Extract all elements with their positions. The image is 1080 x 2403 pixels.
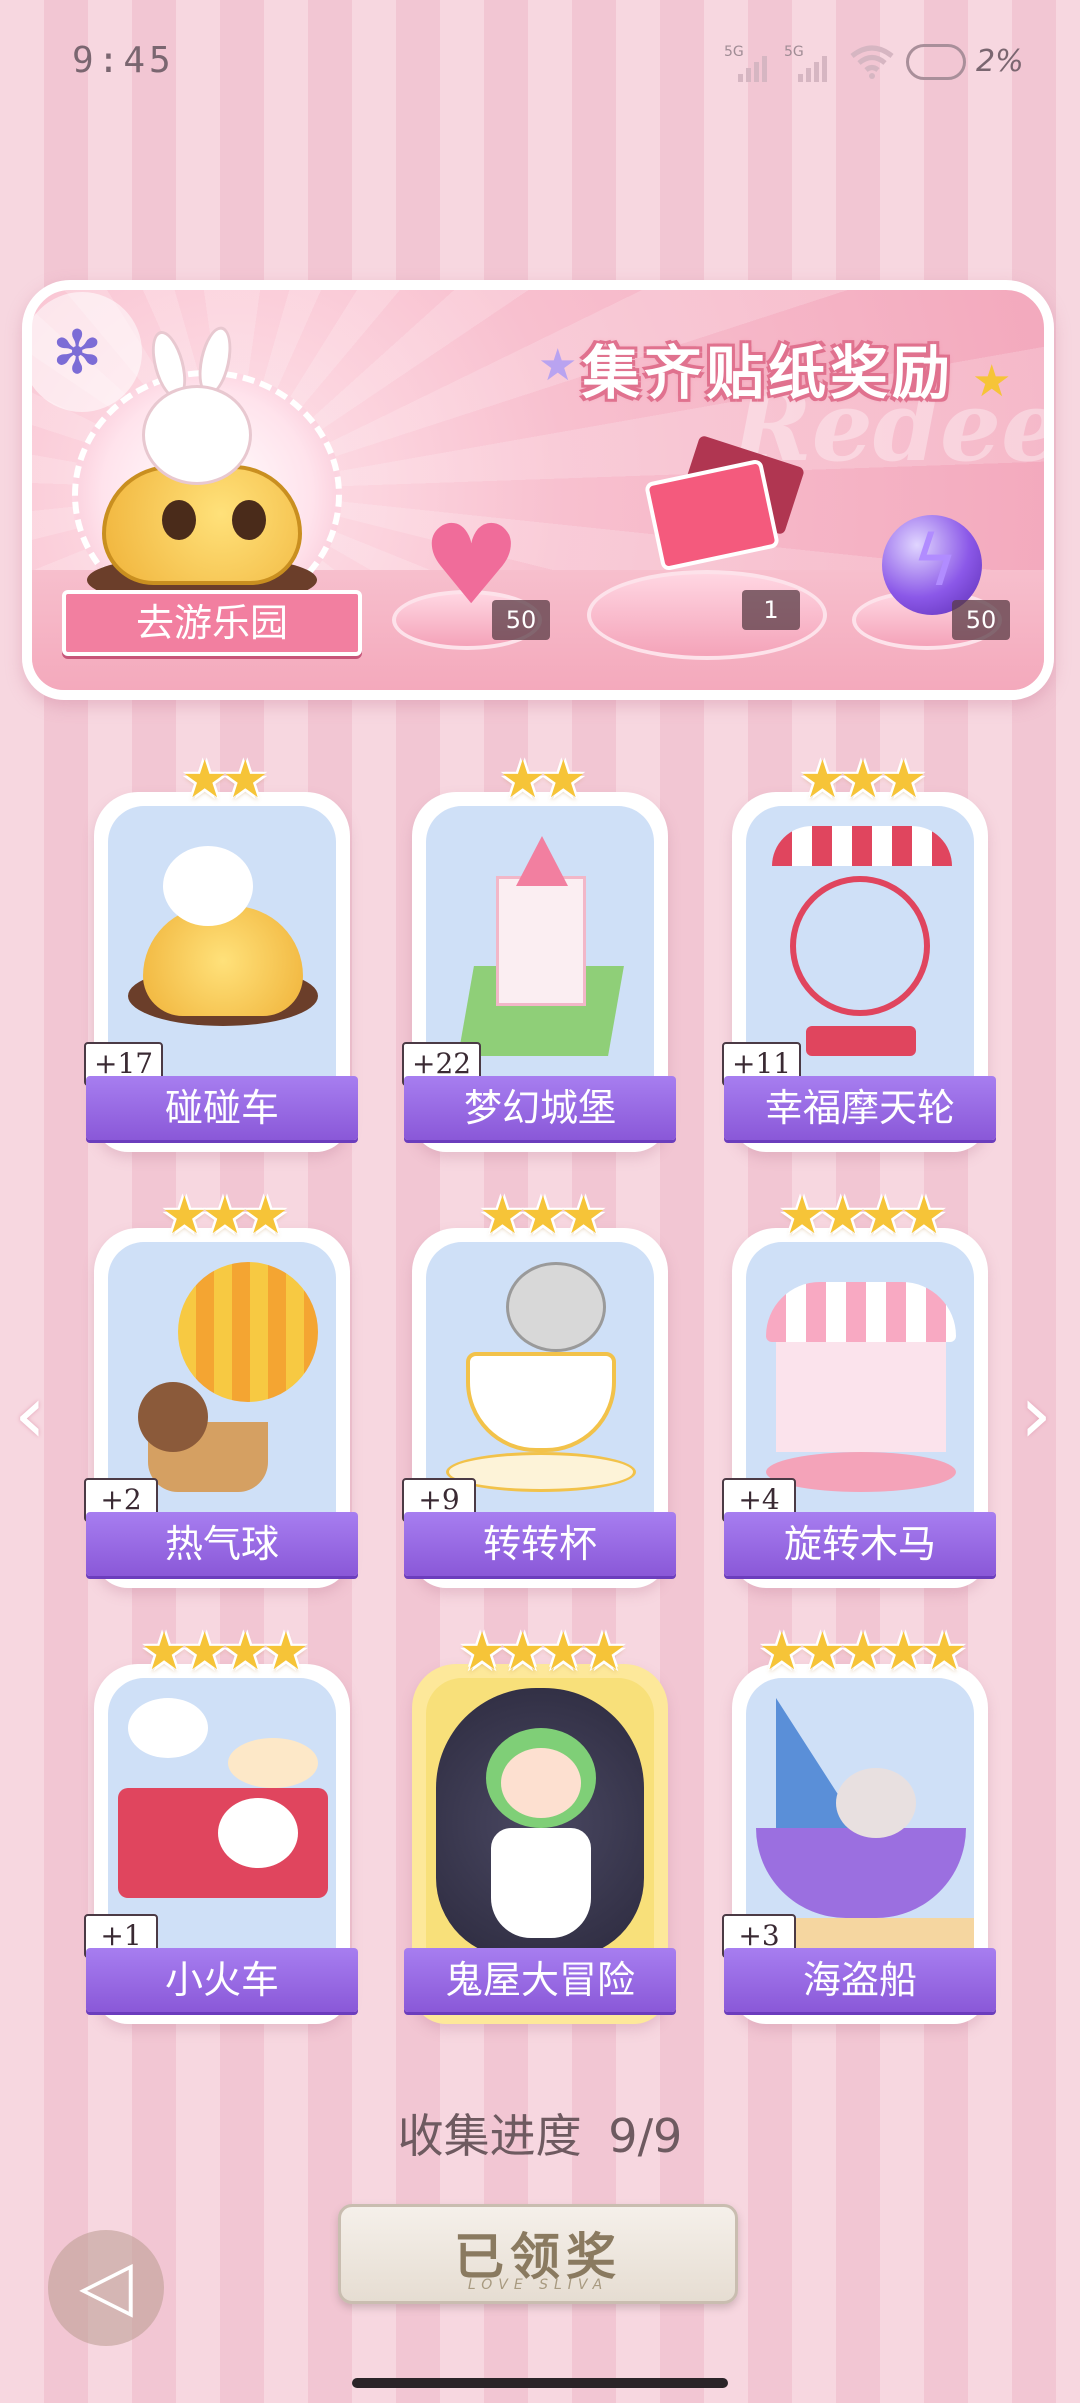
sticker-card-haunted-house[interactable]: ★★★★ 鬼屋大冒险 bbox=[404, 1626, 676, 2024]
bear-icon bbox=[138, 1382, 208, 1452]
reward-count-gift: 1 bbox=[742, 590, 800, 630]
pinwheel-icon: ✻ bbox=[52, 318, 103, 388]
star-deco-icon: ★ bbox=[538, 340, 578, 391]
castle-icon bbox=[496, 876, 586, 1006]
star-rating: ★★★★ bbox=[778, 1186, 947, 1246]
home-indicator[interactable] bbox=[352, 2378, 728, 2388]
cat-icon bbox=[506, 1262, 606, 1352]
reward-count-heart: 50 bbox=[492, 600, 550, 640]
star-rating: ★★★ bbox=[161, 1186, 289, 1246]
collection-progress: 收集进度 9/9 bbox=[0, 2100, 1080, 2166]
status-bar: 9:45 5G 5G 2% bbox=[0, 0, 1080, 130]
sticker-card-bumper-car[interactable]: ★★ +17 碰碰车 bbox=[84, 754, 358, 1152]
star-rating: ★★ bbox=[499, 750, 586, 810]
signal-sim2-icon: 5G bbox=[784, 44, 836, 82]
star-rating: ★★★★★ bbox=[758, 1622, 967, 1682]
card-label: 幸福摩天轮 bbox=[724, 1076, 996, 1140]
signal-sim1-icon: 5G bbox=[724, 44, 776, 82]
cat-icon bbox=[836, 1768, 916, 1838]
star-rating: ★★★★ bbox=[140, 1622, 309, 1682]
wifi-icon bbox=[850, 45, 894, 79]
card-label: 小火车 bbox=[86, 1948, 358, 2012]
reward-count-orb: 50 bbox=[952, 600, 1010, 640]
prev-page-arrow-icon[interactable]: ‹ bbox=[14, 1368, 46, 1461]
star-rating: ★★★ bbox=[479, 1186, 607, 1246]
card-label: 转转杯 bbox=[404, 1512, 676, 1576]
go-to-park-button[interactable]: 去游乐园 bbox=[62, 590, 362, 656]
card-label: 鬼屋大冒险 bbox=[404, 1948, 676, 2012]
progress-label: 收集进度 bbox=[397, 2109, 582, 2163]
card-label: 梦幻城堡 bbox=[404, 1076, 676, 1140]
star-deco-icon: ★ bbox=[972, 356, 1012, 407]
next-page-arrow-icon[interactable]: › bbox=[1020, 1368, 1052, 1461]
pirate-ship-icon bbox=[756, 1828, 966, 1918]
sticker-card-castle[interactable]: ★★ +22 梦幻城堡 bbox=[402, 754, 676, 1152]
sticker-card-carousel[interactable]: ★★★★ +4 旋转木马 bbox=[722, 1190, 996, 1588]
card-label: 热气球 bbox=[86, 1512, 358, 1576]
sticker-card-ferris-wheel[interactable]: ★★★ +11 幸福摩天轮 bbox=[722, 754, 996, 1152]
star-rating: ★★★ bbox=[799, 750, 927, 810]
teacup-icon bbox=[466, 1352, 616, 1452]
battery-level: 2% bbox=[976, 44, 1024, 79]
cake-icon bbox=[228, 1738, 318, 1788]
ferris-wheel-icon bbox=[790, 876, 930, 1016]
sticker-card-pirate-ship[interactable]: ★★★★★ +3 海盗船 bbox=[722, 1626, 996, 2024]
card-label: 碰碰车 bbox=[86, 1076, 358, 1140]
card-label: 海盗船 bbox=[724, 1948, 996, 2012]
hot-air-balloon-icon bbox=[178, 1262, 318, 1402]
claimed-button[interactable]: 已领奖 LOVE SLIVA bbox=[338, 2204, 738, 2304]
bunny-mascot-icon bbox=[142, 385, 252, 485]
carousel-icon bbox=[766, 1282, 956, 1342]
card-label: 旋转木马 bbox=[724, 1512, 996, 1576]
banner-title: 集齐贴纸奖励 bbox=[582, 339, 955, 407]
sticker-card-hot-air-balloon[interactable]: ★★★ +2 热气球 bbox=[84, 1190, 358, 1588]
claimed-button-sub: LOVE SLIVA bbox=[467, 2277, 609, 2293]
back-button-icon[interactable]: ◁ bbox=[48, 2230, 164, 2346]
bunny-icon bbox=[163, 846, 253, 926]
reward-banner: Redeem ★ 集齐贴纸奖励 ★ 去游乐园 ♥ 50 1 ϟ 50 bbox=[22, 280, 1054, 700]
weather-cloud-icon bbox=[906, 44, 966, 80]
banner-title-wrap: ★ 集齐贴纸奖励 ★ bbox=[538, 320, 1012, 410]
sticker-card-train[interactable]: ★★★★ +1 小火车 bbox=[84, 1626, 358, 2024]
star-rating: ★★ bbox=[181, 750, 268, 810]
progress-value: 9/9 bbox=[608, 2109, 683, 2163]
sticker-card-teacup[interactable]: ★★★ +9 转转杯 bbox=[402, 1190, 676, 1588]
status-time: 9:45 bbox=[72, 40, 175, 81]
star-rating: ★★★★ bbox=[458, 1622, 627, 1682]
dog-icon bbox=[218, 1798, 298, 1868]
